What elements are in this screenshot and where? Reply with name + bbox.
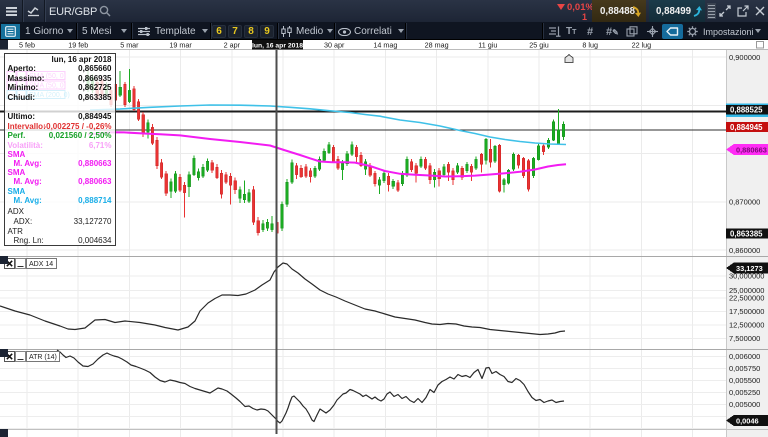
svg-text:12,500000: 12,500000 [729,321,764,330]
svg-text:5 mar: 5 mar [120,41,139,50]
svg-text:19 feb: 19 feb [68,41,88,50]
svg-text:0,900000: 0,900000 [729,53,760,62]
svg-text:8 lug: 8 lug [582,41,598,50]
svg-text:5 feb: 5 feb [19,41,35,50]
svg-text:0,870000: 0,870000 [729,198,760,207]
svg-text:0,860000: 0,860000 [729,246,760,255]
svg-text:0,0046: 0,0046 [736,416,759,425]
svg-text:0,884945: 0,884945 [730,123,763,132]
svg-text:33,1273: 33,1273 [736,264,763,273]
svg-text:22 lug: 22 lug [632,41,652,50]
svg-text:0,005250: 0,005250 [729,388,760,397]
svg-text:0,005500: 0,005500 [729,376,760,385]
svg-text:0,005750: 0,005750 [729,364,760,373]
svg-text:25 giu: 25 giu [529,41,549,50]
svg-text:0,863385: 0,863385 [730,229,763,238]
svg-text:30 apr: 30 apr [324,41,345,50]
svg-text:28 mag: 28 mag [425,41,449,50]
svg-text:ATR (14): ATR (14) [29,354,57,361]
svg-text:17,500000: 17,500000 [729,307,764,316]
svg-text:7,500000: 7,500000 [729,334,760,343]
svg-text:0,888525: 0,888525 [730,106,763,115]
svg-text:19 mar: 19 mar [169,41,192,50]
svg-text:0,006000: 0,006000 [729,352,760,361]
svg-text:11 giu: 11 giu [478,41,497,50]
svg-text:0,880663: 0,880663 [736,145,767,154]
svg-text:lun, 16 apr 2018: lun, 16 apr 2018 [252,42,303,49]
svg-text:2 apr: 2 apr [224,41,241,50]
svg-text:22,500000: 22,500000 [729,294,764,303]
svg-text:0,005000: 0,005000 [729,400,760,409]
svg-text:14 mag: 14 mag [373,41,397,50]
svg-text:ADX 14: ADX 14 [29,261,53,268]
